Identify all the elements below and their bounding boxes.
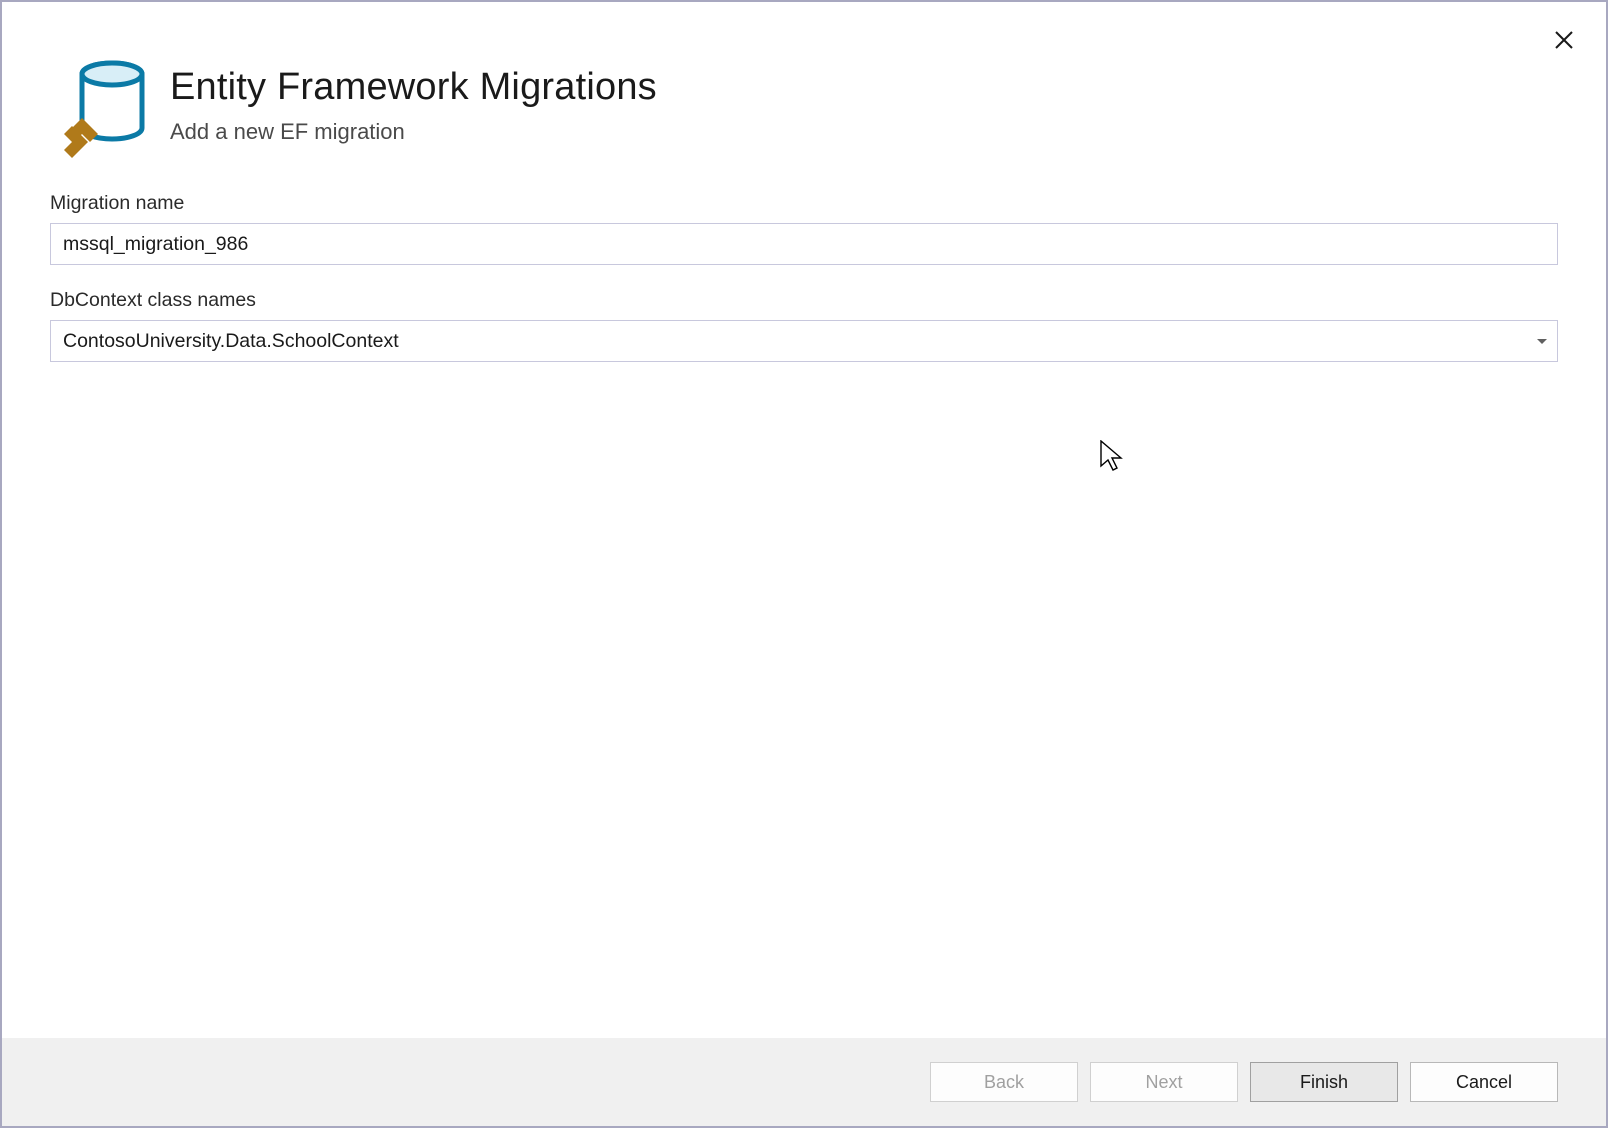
finish-button[interactable]: Finish <box>1250 1062 1398 1102</box>
ef-migrations-dialog: Entity Framework Migrations Add a new EF… <box>0 0 1608 1128</box>
migrations-icon <box>50 58 146 166</box>
dialog-subtitle: Add a new EF migration <box>170 119 657 145</box>
dbcontext-value: ContosoUniversity.Data.SchoolContext <box>63 330 399 353</box>
close-button[interactable] <box>1550 26 1578 54</box>
dbcontext-dropdown[interactable]: ContosoUniversity.Data.SchoolContext <box>50 320 1558 362</box>
header-text: Entity Framework Migrations Add a new EF… <box>170 58 657 145</box>
dialog-footer: Back Next Finish Cancel <box>2 1038 1606 1126</box>
migration-name-group: Migration name <box>50 192 1558 265</box>
chevron-down-icon <box>1537 339 1547 344</box>
next-button: Next <box>1090 1062 1238 1102</box>
dialog-title: Entity Framework Migrations <box>170 66 657 109</box>
cancel-button[interactable]: Cancel <box>1410 1062 1558 1102</box>
dialog-header: Entity Framework Migrations Add a new EF… <box>2 2 1606 178</box>
dialog-content: Migration name DbContext class names Con… <box>2 178 1606 1038</box>
migration-name-input[interactable] <box>50 223 1558 265</box>
dbcontext-label: DbContext class names <box>50 289 1558 312</box>
migration-name-label: Migration name <box>50 192 1558 215</box>
back-button: Back <box>930 1062 1078 1102</box>
close-icon <box>1555 31 1573 49</box>
dbcontext-group: DbContext class names ContosoUniversity.… <box>50 289 1558 362</box>
